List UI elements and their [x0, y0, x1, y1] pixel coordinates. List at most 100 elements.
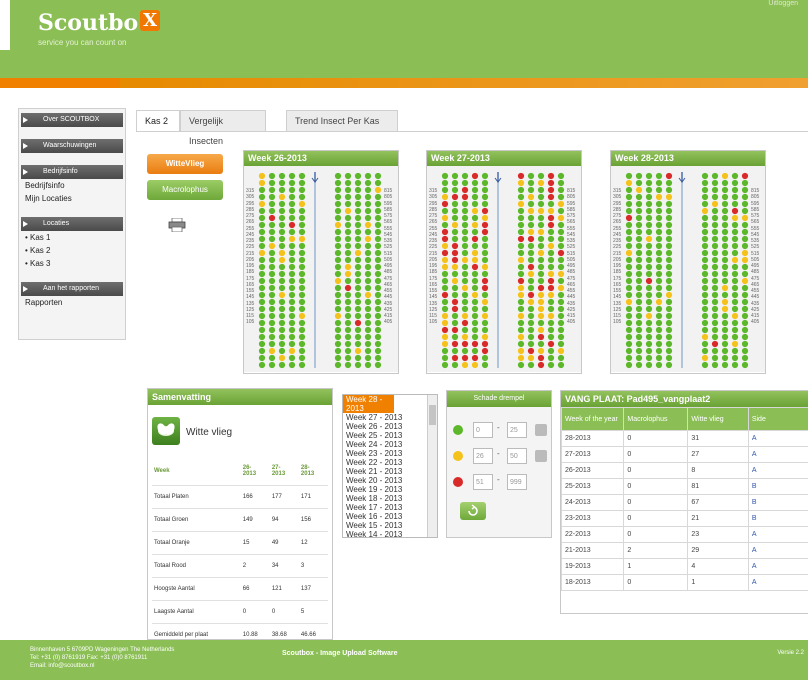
trap-dot[interactable]: [461, 179, 469, 187]
trap-dot[interactable]: [625, 333, 633, 341]
trap-dot[interactable]: [721, 256, 729, 264]
trap-dot[interactable]: [655, 333, 663, 341]
trap-dot[interactable]: [711, 186, 719, 194]
trap-dot[interactable]: [557, 179, 565, 187]
trap-dot[interactable]: [374, 354, 382, 362]
trap-dot[interactable]: [557, 333, 565, 341]
trap-dot[interactable]: [258, 319, 266, 327]
trap-dot[interactable]: [344, 270, 352, 278]
trap-dot[interactable]: [268, 361, 276, 369]
trap-dot[interactable]: [334, 284, 342, 292]
trap-dot[interactable]: [517, 270, 525, 278]
trap-dot[interactable]: [344, 200, 352, 208]
trap-dot[interactable]: [645, 172, 653, 180]
trap-dot[interactable]: [721, 354, 729, 362]
trap-dot[interactable]: [451, 319, 459, 327]
trap-dot[interactable]: [441, 312, 449, 320]
trap-dot[interactable]: [731, 305, 739, 313]
trap-dot[interactable]: [527, 277, 535, 285]
trap-dot[interactable]: [334, 312, 342, 320]
trap-dot[interactable]: [268, 200, 276, 208]
trap-dot[interactable]: [451, 270, 459, 278]
trap-dot[interactable]: [557, 277, 565, 285]
trap-dot[interactable]: [441, 291, 449, 299]
trap-dot[interactable]: [374, 193, 382, 201]
trap-dot[interactable]: [721, 270, 729, 278]
trap-dot[interactable]: [268, 228, 276, 236]
trap-dot[interactable]: [354, 214, 362, 222]
trap-dot[interactable]: [527, 319, 535, 327]
trap-dot[interactable]: [288, 291, 296, 299]
trap-dot[interactable]: [557, 200, 565, 208]
trap-dot[interactable]: [625, 207, 633, 215]
trap-dot[interactable]: [471, 291, 479, 299]
trap-dot[interactable]: [471, 277, 479, 285]
macrolophus-button[interactable]: Macrolophus: [147, 180, 223, 200]
trap-dot[interactable]: [441, 186, 449, 194]
trap-dot[interactable]: [537, 193, 545, 201]
trap-dot[interactable]: [354, 193, 362, 201]
trap-dot[interactable]: [557, 249, 565, 257]
trap-dot[interactable]: [665, 221, 673, 229]
trap-dot[interactable]: [625, 340, 633, 348]
trap-dot[interactable]: [711, 340, 719, 348]
trap-dot[interactable]: [441, 284, 449, 292]
trap-dot[interactable]: [268, 270, 276, 278]
trap-dot[interactable]: [625, 172, 633, 180]
trap-dot[interactable]: [461, 235, 469, 243]
trap-dot[interactable]: [665, 305, 673, 313]
trap-dot[interactable]: [741, 333, 749, 341]
trap-dot[interactable]: [527, 256, 535, 264]
trap-dot[interactable]: [741, 298, 749, 306]
trap-dot[interactable]: [278, 207, 286, 215]
trap-dot[interactable]: [557, 186, 565, 194]
trap-dot[interactable]: [268, 326, 276, 334]
trap-dot[interactable]: [537, 326, 545, 334]
trap-dot[interactable]: [527, 326, 535, 334]
trap-dot[interactable]: [268, 249, 276, 257]
trap-dot[interactable]: [527, 312, 535, 320]
trap-dot[interactable]: [547, 284, 555, 292]
trap-dot[interactable]: [537, 186, 545, 194]
trap-dot[interactable]: [645, 312, 653, 320]
trap-dot[interactable]: [635, 333, 643, 341]
trap-dot[interactable]: [655, 291, 663, 299]
trap-dot[interactable]: [645, 333, 653, 341]
trap-dot[interactable]: [258, 193, 266, 201]
trap-dot[interactable]: [645, 193, 653, 201]
vang-row[interactable]: 23-2013 0 21 B: [561, 510, 808, 527]
trap-dot[interactable]: [517, 347, 525, 355]
trap-dot[interactable]: [288, 277, 296, 285]
trap-dot[interactable]: [451, 179, 459, 187]
trap-dot[interactable]: [625, 354, 633, 362]
trap-dot[interactable]: [547, 242, 555, 250]
trap-dot[interactable]: [655, 270, 663, 278]
trap-dot[interactable]: [481, 284, 489, 292]
trap-dot[interactable]: [731, 298, 739, 306]
trap-dot[interactable]: [298, 172, 306, 180]
trap-dot[interactable]: [655, 354, 663, 362]
trap-dot[interactable]: [441, 193, 449, 201]
vang-row[interactable]: 25-2013 0 81 B: [561, 478, 808, 495]
trap-dot[interactable]: [537, 228, 545, 236]
trap-dot[interactable]: [441, 326, 449, 334]
trap-dot[interactable]: [547, 179, 555, 187]
trap-dot[interactable]: [547, 228, 555, 236]
trap-dot[interactable]: [655, 305, 663, 313]
trap-dot[interactable]: [334, 298, 342, 306]
trap-dot[interactable]: [471, 207, 479, 215]
trap-dot[interactable]: [451, 333, 459, 341]
trap-dot[interactable]: [268, 256, 276, 264]
trap-dot[interactable]: [354, 207, 362, 215]
trap-dot[interactable]: [471, 326, 479, 334]
trap-dot[interactable]: [701, 277, 709, 285]
sidebar-section-header[interactable]: Waarschuwingen: [21, 139, 123, 153]
trap-dot[interactable]: [701, 361, 709, 369]
trap-dot[interactable]: [451, 305, 459, 313]
trap-dot[interactable]: [721, 340, 729, 348]
trap-dot[interactable]: [354, 326, 362, 334]
trap-dot[interactable]: [278, 312, 286, 320]
trap-dot[interactable]: [441, 200, 449, 208]
trap-dot[interactable]: [481, 354, 489, 362]
trap-dot[interactable]: [625, 326, 633, 334]
